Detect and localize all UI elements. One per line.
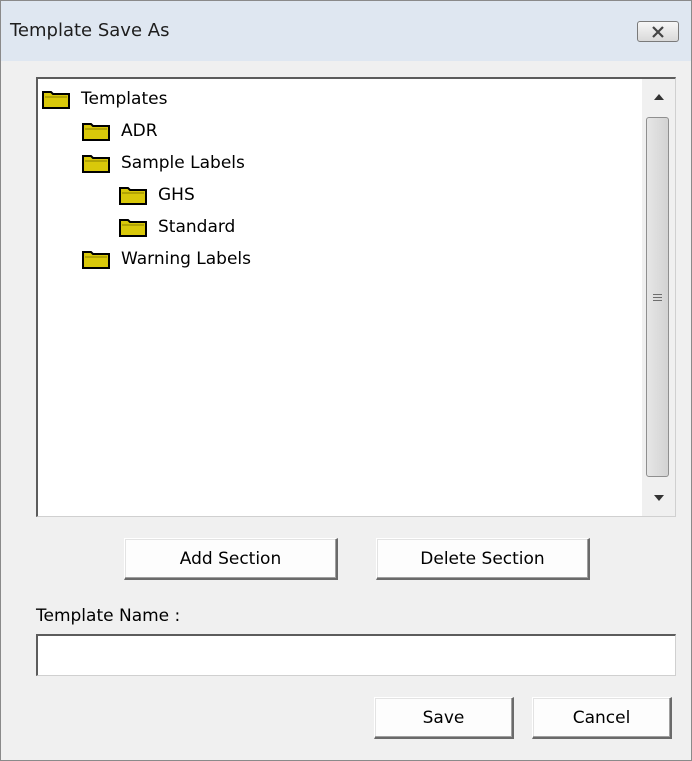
tree-item-ghs[interactable]: GHS [119,181,195,209]
title-bar[interactable]: Template Save As [1,1,691,61]
tree-item-label: Templates [81,89,168,109]
tree-item-label: Standard [158,217,236,237]
template-tree[interactable]: Templates ADR Sample Labels GHS Standard… [36,77,676,517]
scroll-up-arrow-icon [653,94,664,100]
template-name-label: Template Name : [36,606,181,626]
tree-item-label: GHS [158,185,195,205]
cancel-button[interactable]: Cancel [532,697,672,739]
tree-item-adr[interactable]: ADR [82,117,158,145]
folder-icon [119,187,147,205]
template-name-input[interactable] [36,634,676,676]
add-section-button[interactable]: Add Section [124,538,338,580]
scroll-down-button[interactable] [642,480,675,516]
tree-item-standard[interactable]: Standard [119,213,235,241]
template-save-as-dialog: Template Save As Templates ADR Sample La… [0,0,692,761]
tree-item-sample-labels[interactable]: Sample Labels [82,149,245,177]
folder-icon [82,155,110,173]
tree-item-label: Warning Labels [121,249,252,269]
vertical-scrollbar[interactable] [642,79,675,516]
folder-icon [82,251,110,269]
save-button[interactable]: Save [374,697,514,739]
thumb-grip-icon [653,292,662,303]
delete-section-button[interactable]: Delete Section [376,538,590,580]
dialog-title: Template Save As [10,20,170,41]
tree-item-label: ADR [121,121,158,141]
tree-item-templates[interactable]: Templates [42,85,167,113]
close-icon [652,25,664,38]
tree-item-warning-labels[interactable]: Warning Labels [82,245,251,273]
folder-icon [42,91,70,109]
close-button[interactable] [637,21,679,42]
scroll-down-arrow-icon [653,495,664,501]
tree-item-label: Sample Labels [121,153,245,173]
folder-icon [119,219,147,237]
scroll-thumb[interactable] [646,117,669,477]
scroll-up-button[interactable] [642,79,675,115]
folder-icon [82,123,110,141]
